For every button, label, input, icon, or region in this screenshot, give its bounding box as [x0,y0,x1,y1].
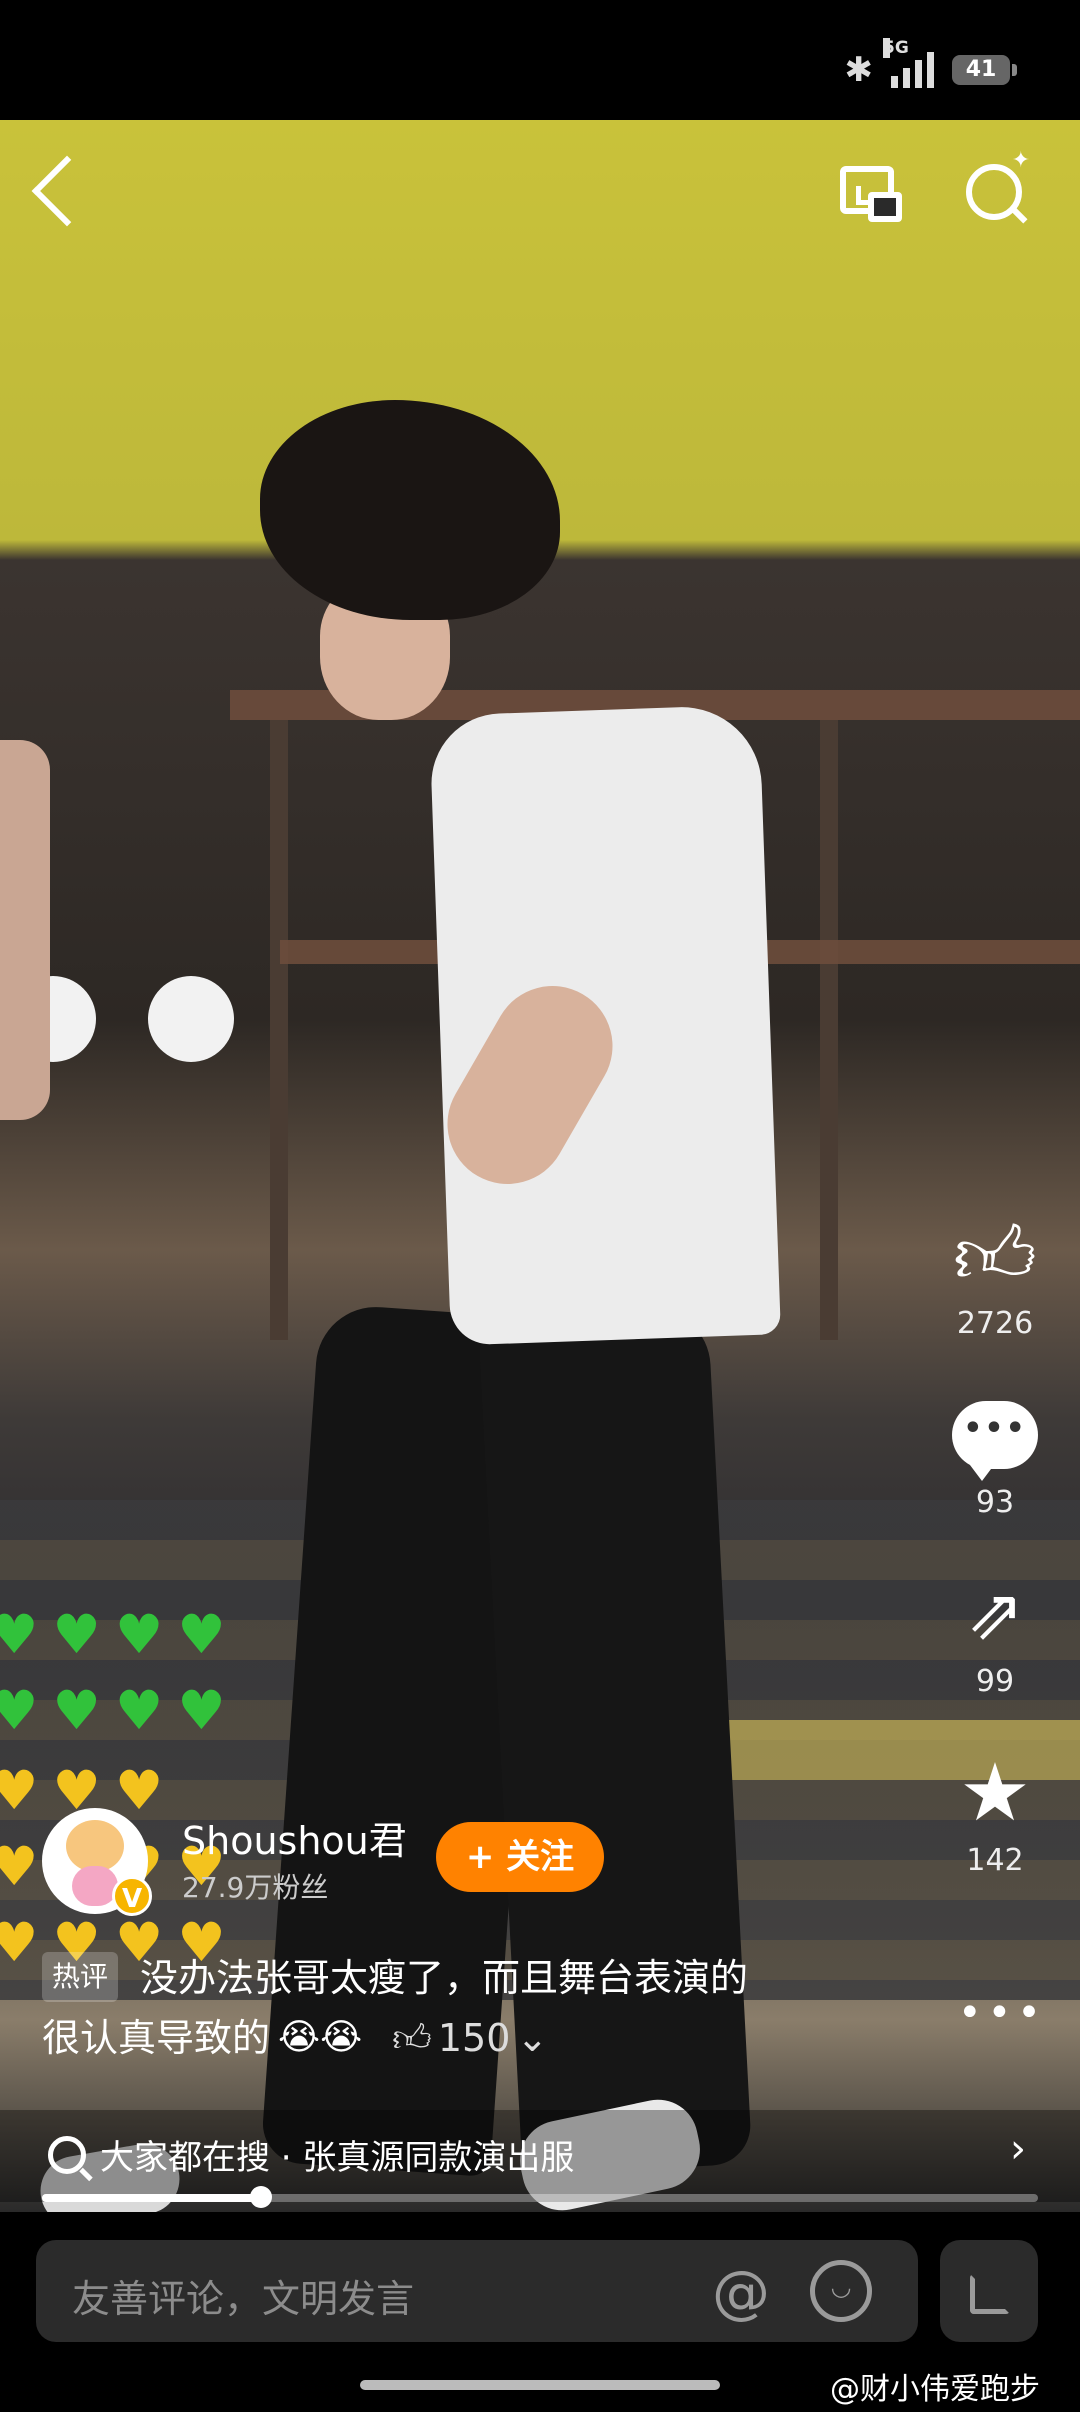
progress-fill [42,2194,262,2202]
more-options-icon[interactable]: ••• [958,1990,1047,2036]
green-heart-icon: ♥ [0,1679,39,1742]
background-desk-leg [820,720,838,1340]
verified-badge-icon: V [112,1876,152,1916]
search-icon[interactable] [966,148,1030,220]
hot-comment-tag: 热评 [42,1952,119,2002]
action-column: 👍︎ 2726 ••• 93 ⇗ 99 ★ 142 [935,1210,1055,1926]
battery-icon: 41 [952,55,1017,85]
comment-placeholder: 友善评论，文明发言 [72,2277,415,2321]
bluetooth-icon: ✱ [844,50,874,90]
favorite-button[interactable]: ★ 142 [935,1746,1055,1879]
yellow-heart-icon: ♥ [0,1835,39,1898]
follow-button[interactable]: + 关注 [436,1822,604,1892]
green-heart-icon: ♥ [0,1603,39,1666]
comment-icon: ••• [935,1389,1055,1481]
share-icon: ⇗ [965,1573,1025,1655]
status-icons: ✱ 5G 41 [844,38,1017,92]
search-suggestion-bar[interactable]: 大家都在搜 · 张真源同款演出服 › [0,2110,1080,2202]
fan-count: 27.9万粉丝 [182,1871,329,1904]
like-count: 2726 [956,1306,1034,1341]
thumbs-up-icon: 👍︎ [953,1209,1037,1302]
hot-comment-text: 很认真导致的 [42,2016,271,2060]
home-indicator[interactable] [360,2380,720,2390]
favorite-count: 142 [966,1843,1024,1878]
expand-icon[interactable] [940,2240,1038,2342]
dancer-hair [260,400,560,620]
video-player[interactable]: ♥♥♥♥ ♥♥♥♥ ♥♥♥ ♥♥♥♥ ♥♥♥♥ [0,120,1080,2212]
comment-like-count: 150 [437,2016,511,2060]
watermark: @财小伟爱跑步 [830,2372,1040,2407]
mention-icon[interactable]: @ [712,2258,770,2326]
progress-knob[interactable] [250,2186,273,2208]
green-heart-icon: ♥ [114,1679,164,1742]
green-heart-icon: ♥ [52,1679,101,1742]
green-heart-icon: ♥ [177,1679,226,1742]
avatar-body [72,1866,118,1906]
comment-like-button[interactable]: 👍︎ 150 ⌄ [392,2010,548,2066]
bottom-bar: 友善评论，文明发言 @ ◡ @财小伟爱跑步 [0,2212,1080,2412]
share-button[interactable]: ⇗ 99 [935,1568,1055,1699]
comment-input[interactable]: 友善评论，文明发言 @ ◡ [36,2240,918,2342]
crying-emoji: 😭😭 [278,2017,363,2058]
heart-reactions: ♥♥♥♥ ♥♥♥♥ ♥♥♥ ♥♥♥♥ ♥♥♥♥ [0,1600,260,1984]
stage-light [148,976,234,1062]
green-heart-icon: ♥ [177,1603,226,1666]
status-bar: ✱ 5G 41 [0,0,1080,120]
network-type: 5G [883,38,909,58]
chevron-down-icon: ⌄ [516,2016,549,2060]
background-desk-leg [270,720,288,1340]
avatar-sheep [66,1820,124,1872]
green-heart-icon: ♥ [114,1603,164,1666]
video-progress-bar[interactable] [42,2186,1038,2208]
like-button[interactable]: 👍︎ 2726 [935,1209,1055,1342]
pip-icon[interactable] [840,166,902,222]
thumbs-up-icon: 👍︎ [392,2016,432,2060]
author-name[interactable]: Shoushou君 [182,1810,407,1865]
search-suggestion-text: 大家都在搜 · 张真源同款演出服 [100,2138,575,2178]
emoji-icon[interactable]: ◡ [810,2260,872,2322]
comment-button[interactable]: ••• 93 [935,1389,1055,1520]
search-icon [48,2136,86,2174]
hot-comment-line1[interactable]: 没办法张哥太瘦了，而且舞台表演的 [140,1950,840,2006]
star-icon: ★ [959,1746,1031,1839]
share-count: 99 [975,1664,1015,1699]
signal-icon: 5G [883,38,934,88]
chevron-right-icon: › [1010,2126,1026,2172]
green-heart-icon: ♥ [52,1603,101,1666]
background-person [0,740,50,1120]
hot-comment-line2[interactable]: 很认真导致的 😭😭 👍︎ 150 ⌄ [42,2010,548,2066]
comment-count: 93 [975,1485,1015,1520]
yellow-heart-icon: ♥ [0,1759,39,1822]
yellow-heart-icon: ♥ [0,1911,39,1974]
